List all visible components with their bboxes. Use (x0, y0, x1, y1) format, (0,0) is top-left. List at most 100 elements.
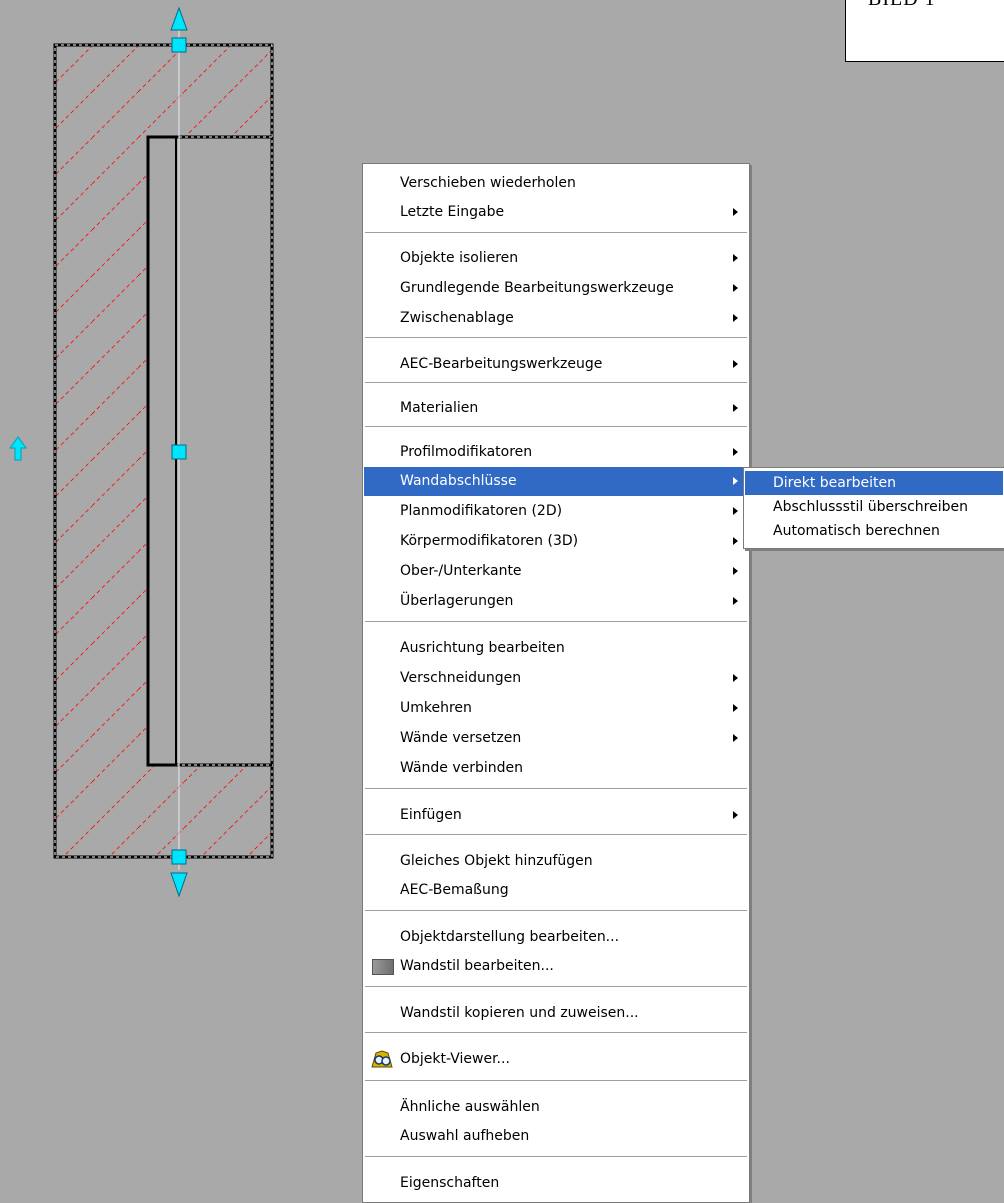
menu-item[interactable]: Ähnliche auswählen (364, 1093, 748, 1122)
menu-item-label: Ober-/Unterkante (400, 563, 522, 579)
submenu-item[interactable]: Abschlussstil überschreiben (745, 495, 1003, 519)
submenu-arrow-icon (733, 254, 738, 262)
menu-separator (365, 986, 747, 987)
menu-separator (365, 232, 747, 233)
menu-item-label: Grundlegende Bearbeitungswerkzeuge (400, 280, 674, 296)
menu-item-label: Auswahl aufheben (400, 1128, 530, 1144)
menu-item-label: Ähnliche auswählen (400, 1099, 540, 1115)
menu-item[interactable]: Objektdarstellung bearbeiten... (364, 923, 748, 952)
menu-item-label: Materialien (400, 400, 479, 416)
wall-style-icon (372, 959, 394, 975)
menu-item-label: AEC-Bearbeitungswerkzeuge (400, 356, 603, 372)
grip-arrow-up-icon[interactable] (170, 6, 188, 31)
menu-item-label: Profilmodifikatoren (400, 444, 533, 460)
flip-arrow-icon[interactable] (9, 436, 27, 461)
menu-item-label: Wände versetzen (400, 730, 522, 746)
grip-arrow-down-icon[interactable] (170, 872, 188, 898)
menu-item-label: Letzte Eingabe (400, 204, 505, 220)
menu-separator (365, 1032, 747, 1033)
submenu-arrow-icon (733, 734, 738, 742)
submenu-arrow-icon (733, 314, 738, 322)
wall-object[interactable] (53, 30, 274, 870)
menu-item-label: Einfügen (400, 807, 462, 823)
submenu-arrow-icon (733, 811, 738, 819)
menu-separator (365, 788, 747, 789)
menu-separator (365, 1156, 747, 1157)
submenu-arrow-icon (733, 477, 738, 485)
menu-item[interactable]: Objekt-Viewer... (364, 1045, 748, 1074)
menu-item-label: Verschneidungen (400, 670, 522, 686)
menu-separator (365, 910, 747, 911)
menu-item-label: Objektdarstellung bearbeiten... (400, 929, 620, 945)
menu-item[interactable]: Überlagerungen (364, 587, 748, 616)
menu-item[interactable]: Gleiches Objekt hinzufügen (364, 847, 748, 876)
submenu-arrow-icon (733, 507, 738, 515)
menu-item[interactable]: Wandstil bearbeiten... (364, 952, 748, 981)
submenu-arrow-icon (733, 284, 738, 292)
menu-item[interactable]: Ober-/Unterkante (364, 557, 748, 586)
submenu-wandabschluesse[interactable]: Direkt bearbeiten Abschlussstil überschre… (743, 467, 1004, 549)
grip-top[interactable] (171, 37, 187, 53)
menu-item[interactable]: Wandstil kopieren und zuweisen... (364, 999, 748, 1028)
menu-item-label: Wandstil kopieren und zuweisen... (400, 1005, 639, 1021)
menu-item[interactable]: Profilmodifikatoren (364, 438, 748, 467)
menu-separator (365, 337, 747, 338)
submenu-arrow-icon (733, 208, 738, 216)
menu-item-label: Wände verbinden (400, 760, 524, 776)
menu-item[interactable]: Zwischenablage (364, 304, 748, 333)
wall-hatch (55, 45, 272, 857)
menu-item[interactable]: Wände versetzen (364, 724, 748, 753)
menu-separator (365, 1080, 747, 1081)
menu-item[interactable]: Einfügen (364, 801, 748, 830)
menu-item[interactable]: Umkehren (364, 694, 748, 723)
menu-item[interactable]: Wände verbinden (364, 754, 748, 783)
menu-item[interactable]: Materialien (364, 394, 748, 423)
context-menu[interactable]: Verschieben wiederholen Letzte Eingabe Obj… (362, 163, 750, 1203)
menu-item[interactable]: Körpermodifikatoren (3D) (364, 527, 748, 556)
grip-middle[interactable] (171, 444, 187, 460)
menu-item-label: Überlagerungen (400, 593, 514, 609)
menu-separator (365, 426, 747, 427)
menu-item-label: Verschieben wiederholen (400, 175, 576, 191)
menu-item-label: Zwischenablage (400, 310, 514, 326)
menu-item-label: Objekt-Viewer... (400, 1051, 510, 1067)
figure-label-text: BILD 1 (868, 0, 936, 11)
menu-item-label: Körpermodifikatoren (3D) (400, 533, 579, 549)
submenu-item[interactable]: Automatisch berechnen (745, 519, 1003, 543)
figure-label-box: BILD 1 (845, 0, 1004, 62)
menu-item[interactable]: Eigenschaften (364, 1169, 748, 1198)
menu-item-label: Eigenschaften (400, 1175, 500, 1191)
menu-item-label: Wandstil bearbeiten... (400, 958, 554, 974)
menu-item[interactable]: Grundlegende Bearbeitungswerkzeuge (364, 274, 748, 303)
menu-separator (365, 834, 747, 835)
wall-inner-outline (146, 135, 272, 767)
menu-item[interactable]: AEC-Bemaßung (364, 876, 748, 905)
submenu-item[interactable]: Direkt bearbeiten (745, 471, 1003, 495)
object-viewer-icon (371, 1050, 393, 1068)
menu-item[interactable]: Verschieben wiederholen (364, 169, 748, 198)
menu-item-label: Umkehren (400, 700, 472, 716)
menu-item[interactable]: Auswahl aufheben (364, 1122, 748, 1151)
menu-item[interactable]: Verschneidungen (364, 664, 748, 693)
menu-item-label: AEC-Bemaßung (400, 882, 509, 898)
menu-item[interactable]: Planmodifikatoren (2D) (364, 497, 748, 526)
menu-item[interactable]: Letzte Eingabe (364, 198, 748, 227)
submenu-arrow-icon (733, 537, 738, 545)
menu-item-label: Wandabschlüsse (400, 473, 517, 489)
submenu-arrow-icon (733, 360, 738, 368)
menu-separator (365, 621, 747, 622)
wall-inner-outline-dash (147, 136, 272, 766)
menu-item[interactable]: AEC-Bearbeitungswerkzeuge (364, 350, 748, 379)
menu-item-label: Planmodifikatoren (2D) (400, 503, 563, 519)
menu-item-label: Objekte isolieren (400, 250, 519, 266)
menu-separator (365, 382, 747, 383)
menu-item[interactable]: Objekte isolieren (364, 244, 748, 273)
menu-item-label: Gleiches Objekt hinzufügen (400, 853, 593, 869)
menu-item[interactable]: Ausrichtung bearbeiten (364, 634, 748, 663)
menu-item[interactable]: Wandabschlüsse (364, 467, 748, 496)
submenu-arrow-icon (733, 404, 738, 412)
grip-bottom[interactable] (171, 849, 187, 865)
submenu-arrow-icon (733, 674, 738, 682)
menu-item-label: Ausrichtung bearbeiten (400, 640, 565, 656)
submenu-arrow-icon (733, 567, 738, 575)
